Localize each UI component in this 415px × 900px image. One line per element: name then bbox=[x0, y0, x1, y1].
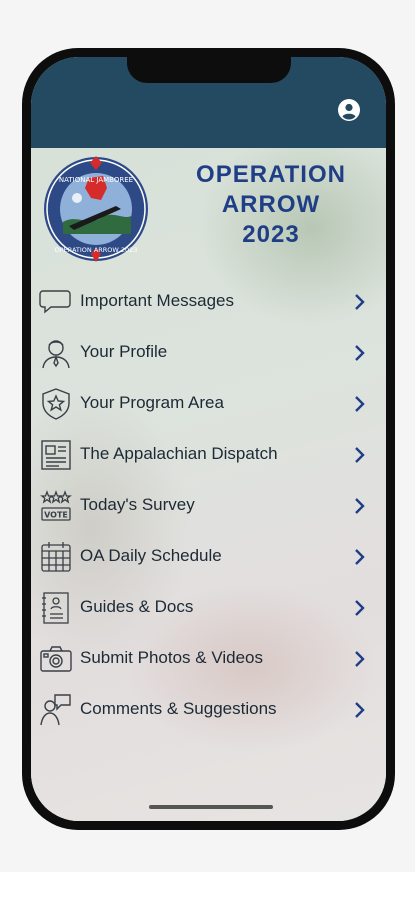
main-content: NATIONAL JAMBOREE OPERATION ARROW 2023 O… bbox=[31, 148, 386, 821]
menu-label: Important Messages bbox=[80, 291, 235, 310]
operation-arrow-logo: NATIONAL JAMBOREE OPERATION ARROW 2023 bbox=[41, 154, 151, 264]
menu-label: Today's Survey bbox=[80, 495, 195, 514]
title-line-1: OPERATION bbox=[196, 161, 346, 188]
menu-item-guides-docs[interactable]: Guides & Docs bbox=[31, 583, 386, 634]
newspaper-icon bbox=[39, 438, 73, 472]
app-title: OPERATION ARROW 2023 bbox=[181, 160, 361, 250]
svg-text:VOTE: VOTE bbox=[44, 511, 68, 520]
menu-label: OA Daily Schedule bbox=[80, 546, 222, 565]
menu-label: Guides & Docs bbox=[80, 597, 194, 616]
menu-label: The Appalachian Dispatch bbox=[80, 444, 278, 463]
menu-item-your-program-area[interactable]: Your Program Area bbox=[31, 379, 386, 430]
title-line-3: 2023 bbox=[242, 221, 300, 248]
chevron-right-icon bbox=[354, 446, 366, 464]
shield-star-icon bbox=[39, 387, 73, 421]
svg-text:NATIONAL JAMBOREE: NATIONAL JAMBOREE bbox=[59, 176, 133, 184]
menu-item-your-profile[interactable]: Your Profile bbox=[31, 328, 386, 379]
device-notch bbox=[127, 57, 291, 83]
menu-item-submit-photos-videos[interactable]: Submit Photos & Videos bbox=[31, 634, 386, 685]
chevron-right-icon bbox=[354, 344, 366, 362]
chevron-right-icon bbox=[354, 293, 366, 311]
chevron-right-icon bbox=[354, 497, 366, 515]
document-icon bbox=[39, 591, 73, 625]
app-header bbox=[31, 57, 386, 148]
app-screen: NATIONAL JAMBOREE OPERATION ARROW 2023 O… bbox=[31, 57, 386, 821]
page-background-strip bbox=[0, 872, 415, 900]
menu-item-important-messages[interactable]: Important Messages bbox=[31, 277, 386, 328]
menu-item-appalachian-dispatch[interactable]: The Appalachian Dispatch bbox=[31, 430, 386, 481]
phone-frame: NATIONAL JAMBOREE OPERATION ARROW 2023 O… bbox=[22, 48, 395, 830]
menu-label: Your Profile bbox=[80, 342, 168, 361]
menu-item-todays-survey[interactable]: VOTE Today's Survey bbox=[31, 481, 386, 532]
feedback-person-icon bbox=[39, 693, 73, 727]
chevron-right-icon bbox=[354, 650, 366, 668]
chevron-right-icon bbox=[354, 395, 366, 413]
menu-item-oa-daily-schedule[interactable]: OA Daily Schedule bbox=[31, 532, 386, 583]
camera-icon bbox=[39, 642, 73, 676]
chevron-right-icon bbox=[354, 701, 366, 719]
title-line-2: ARROW bbox=[221, 191, 321, 218]
vote-icon: VOTE bbox=[39, 489, 73, 523]
calendar-icon bbox=[39, 540, 73, 574]
account-circle-icon[interactable] bbox=[338, 99, 360, 121]
svg-text:OPERATION ARROW 2023: OPERATION ARROW 2023 bbox=[55, 246, 138, 254]
menu-label: Comments & Suggestions bbox=[80, 699, 277, 718]
menu-label: Submit Photos & Videos bbox=[80, 648, 264, 667]
chevron-right-icon bbox=[354, 548, 366, 566]
person-icon bbox=[39, 336, 73, 370]
menu-label: Your Program Area bbox=[80, 393, 224, 412]
main-menu: Important Messages Your Profile Your Pro… bbox=[31, 277, 386, 736]
menu-item-comments-suggestions[interactable]: Comments & Suggestions bbox=[31, 685, 386, 736]
home-indicator[interactable] bbox=[149, 805, 273, 809]
chat-bubble-icon bbox=[39, 285, 73, 319]
chevron-right-icon bbox=[354, 599, 366, 617]
